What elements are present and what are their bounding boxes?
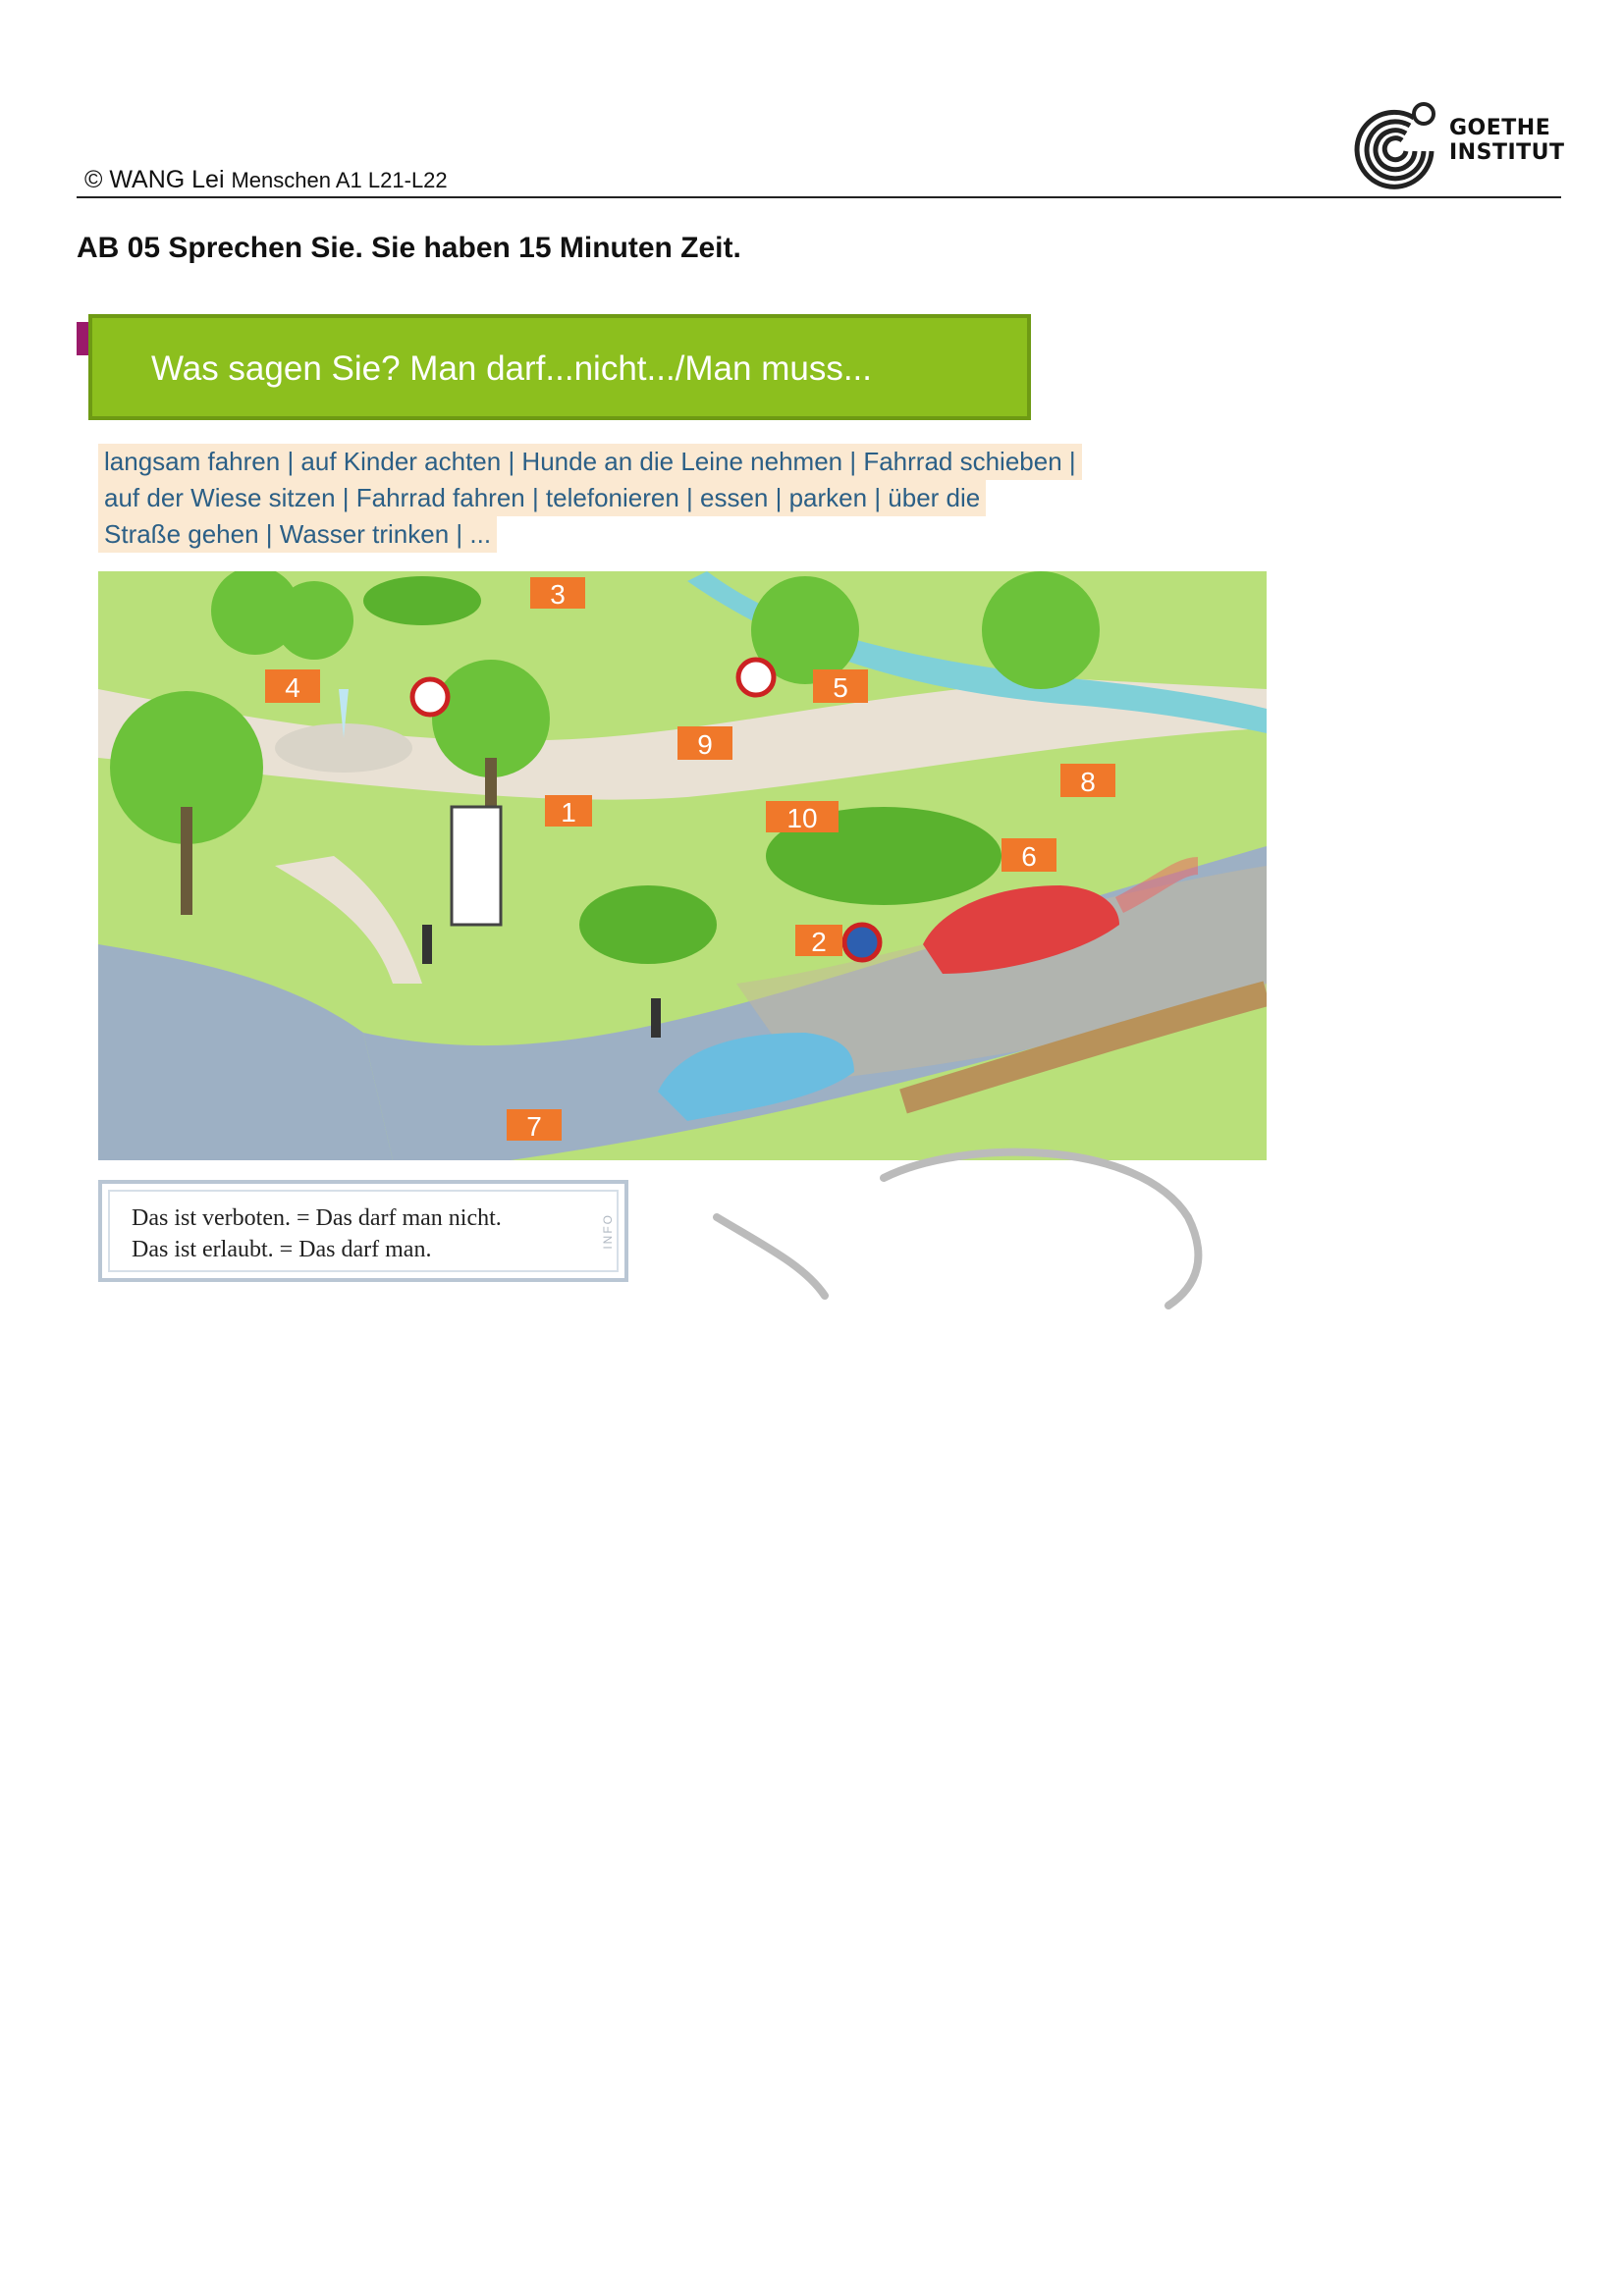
no-parking-sign bbox=[841, 922, 883, 963]
page-header: © WANG Lei Menschen A1 L21-L22 bbox=[77, 157, 1561, 198]
label-1-text: 1 bbox=[561, 797, 576, 828]
label-5-text: 5 bbox=[833, 672, 848, 703]
info-box: Das ist verboten. = Das darf man nicht. … bbox=[98, 1180, 628, 1282]
logo-text: GOETHE INSTITUT bbox=[1449, 116, 1565, 165]
logo-line-2: INSTITUT bbox=[1449, 140, 1565, 165]
info-line-allowed: Das ist erlaubt. = Das darf man. bbox=[132, 1237, 432, 1262]
task-title: AB 05 Sprechen Sie. Sie haben 15 Minuten… bbox=[77, 232, 741, 264]
info-tag: INFO bbox=[601, 1213, 615, 1250]
label-7-text: 7 bbox=[526, 1111, 542, 1142]
info-line-forbidden: Das ist verboten. = Das darf man nicht. bbox=[132, 1205, 502, 1231]
vocab-line: langsam fahren | auf Kinder achten | Hun… bbox=[98, 444, 1082, 480]
vocab-line: auf der Wiese sitzen | Fahrrad fahren | … bbox=[98, 480, 987, 516]
label-2-text: 2 bbox=[811, 927, 827, 957]
label-8-text: 8 bbox=[1080, 767, 1096, 797]
goethe-institut-logo: GOETHE INSTITUT bbox=[1345, 94, 1564, 192]
speech-bubble-outline bbox=[713, 1148, 1203, 1309]
label-10-text: 10 bbox=[786, 803, 817, 833]
no-sign bbox=[735, 657, 777, 698]
vocab-line: Straße gehen | Wasser trinken | ... bbox=[98, 516, 498, 553]
logo-line-1: GOETHE bbox=[1449, 116, 1551, 140]
traffic-light bbox=[651, 998, 661, 1038]
prompt-banner: Was sagen Sie? Man darf...nicht.../Man m… bbox=[88, 314, 1031, 420]
copyright-text: © WANG Lei bbox=[84, 166, 225, 193]
label-6-text: 6 bbox=[1021, 841, 1037, 872]
header-credit: © WANG Lei Menschen A1 L21-L22 bbox=[84, 166, 448, 194]
traffic-light bbox=[422, 925, 432, 964]
label-4-text: 4 bbox=[285, 672, 300, 703]
no-sign bbox=[409, 676, 451, 718]
prohibition-signs bbox=[450, 805, 503, 927]
prompt-banner-text: Was sagen Sie? Man darf...nicht.../Man m… bbox=[151, 349, 873, 388]
park-street-illustration: 1 2 3 4 5 6 7 8 9 10 bbox=[98, 571, 1267, 1160]
accent-bar bbox=[77, 322, 88, 355]
goethe-logo-mark bbox=[1354, 102, 1435, 189]
label-9-text: 9 bbox=[697, 729, 713, 760]
label-3-text: 3 bbox=[550, 579, 566, 610]
vocabulary-list: langsam fahren | auf Kinder achten | Hun… bbox=[98, 444, 1090, 553]
course-text: Menschen A1 L21-L22 bbox=[231, 168, 448, 192]
